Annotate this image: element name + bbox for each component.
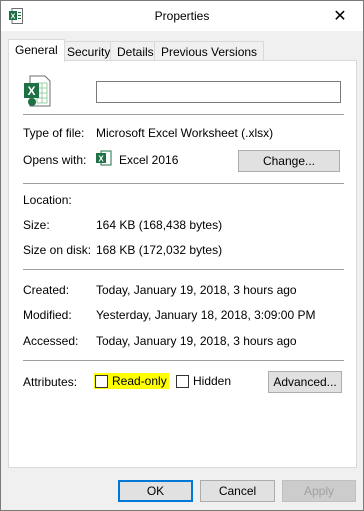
attributes-label: Attributes: xyxy=(23,375,78,389)
opens-with-value: Excel 2016 xyxy=(119,153,179,167)
apply-button[interactable]: Apply xyxy=(282,480,356,502)
advanced-button[interactable]: Advanced... xyxy=(268,371,342,393)
change-button[interactable]: Change... xyxy=(238,150,340,172)
ok-button[interactable]: OK xyxy=(118,480,193,502)
cancel-button[interactable]: Cancel xyxy=(200,480,275,502)
properties-dialog: X Properties ✕ General Security Details … xyxy=(0,0,364,511)
size-label: Size: xyxy=(23,218,50,232)
close-button[interactable]: ✕ xyxy=(317,1,363,31)
separator xyxy=(23,183,344,184)
readonly-label: Read-only xyxy=(112,374,167,388)
created-label: Created: xyxy=(23,283,70,297)
general-tab-panel: X Type of file: Microsoft Excel Workshee… xyxy=(8,60,357,468)
separator xyxy=(23,114,344,115)
accessed-label: Accessed: xyxy=(23,334,79,348)
readonly-checkbox-row[interactable]: Read-only xyxy=(94,373,169,389)
separator xyxy=(23,360,344,361)
close-icon: ✕ xyxy=(333,8,347,25)
tab-previous-versions[interactable]: Previous Versions xyxy=(154,41,265,61)
separator xyxy=(23,269,344,270)
modified-value: Yesterday, January 18, 2018, 3:09:00 PM xyxy=(96,308,316,322)
hidden-checkbox[interactable] xyxy=(176,374,189,388)
window-title: Properties xyxy=(154,9,210,23)
excel-file-icon: X xyxy=(24,75,51,107)
hidden-label: Hidden xyxy=(193,374,232,388)
size-on-disk-label: Size on disk: xyxy=(23,243,92,257)
location-label: Location: xyxy=(23,193,72,207)
opens-with-label: Opens with: xyxy=(23,153,87,167)
accessed-value: Today, January 19, 2018, 3 hours ago xyxy=(96,334,297,348)
excel-app-icon: X xyxy=(96,150,112,166)
readonly-highlight: Read-only xyxy=(94,373,169,389)
svg-text:X: X xyxy=(27,84,35,98)
tab-security[interactable]: Security xyxy=(60,41,118,61)
hidden-checkbox-row[interactable]: Hidden xyxy=(176,374,231,388)
size-on-disk-value: 168 KB (172,032 bytes) xyxy=(96,243,223,257)
file-name-input[interactable] xyxy=(96,81,341,103)
dialog-button-bar: OK Cancel Apply xyxy=(1,471,363,510)
type-of-file-label: Type of file: xyxy=(23,126,85,140)
tab-strip: General Security Details Previous Versio… xyxy=(8,39,358,62)
modified-label: Modified: xyxy=(23,308,72,322)
readonly-checkbox[interactable] xyxy=(95,374,108,388)
title-bar: X Properties ✕ xyxy=(1,1,363,31)
svg-text:X: X xyxy=(98,155,104,164)
type-of-file-value: Microsoft Excel Worksheet (.xlsx) xyxy=(96,126,274,140)
size-value: 164 KB (168,438 bytes) xyxy=(96,218,223,232)
tab-general[interactable]: General xyxy=(8,39,65,62)
created-value: Today, January 19, 2018, 3 hours ago xyxy=(96,283,297,297)
